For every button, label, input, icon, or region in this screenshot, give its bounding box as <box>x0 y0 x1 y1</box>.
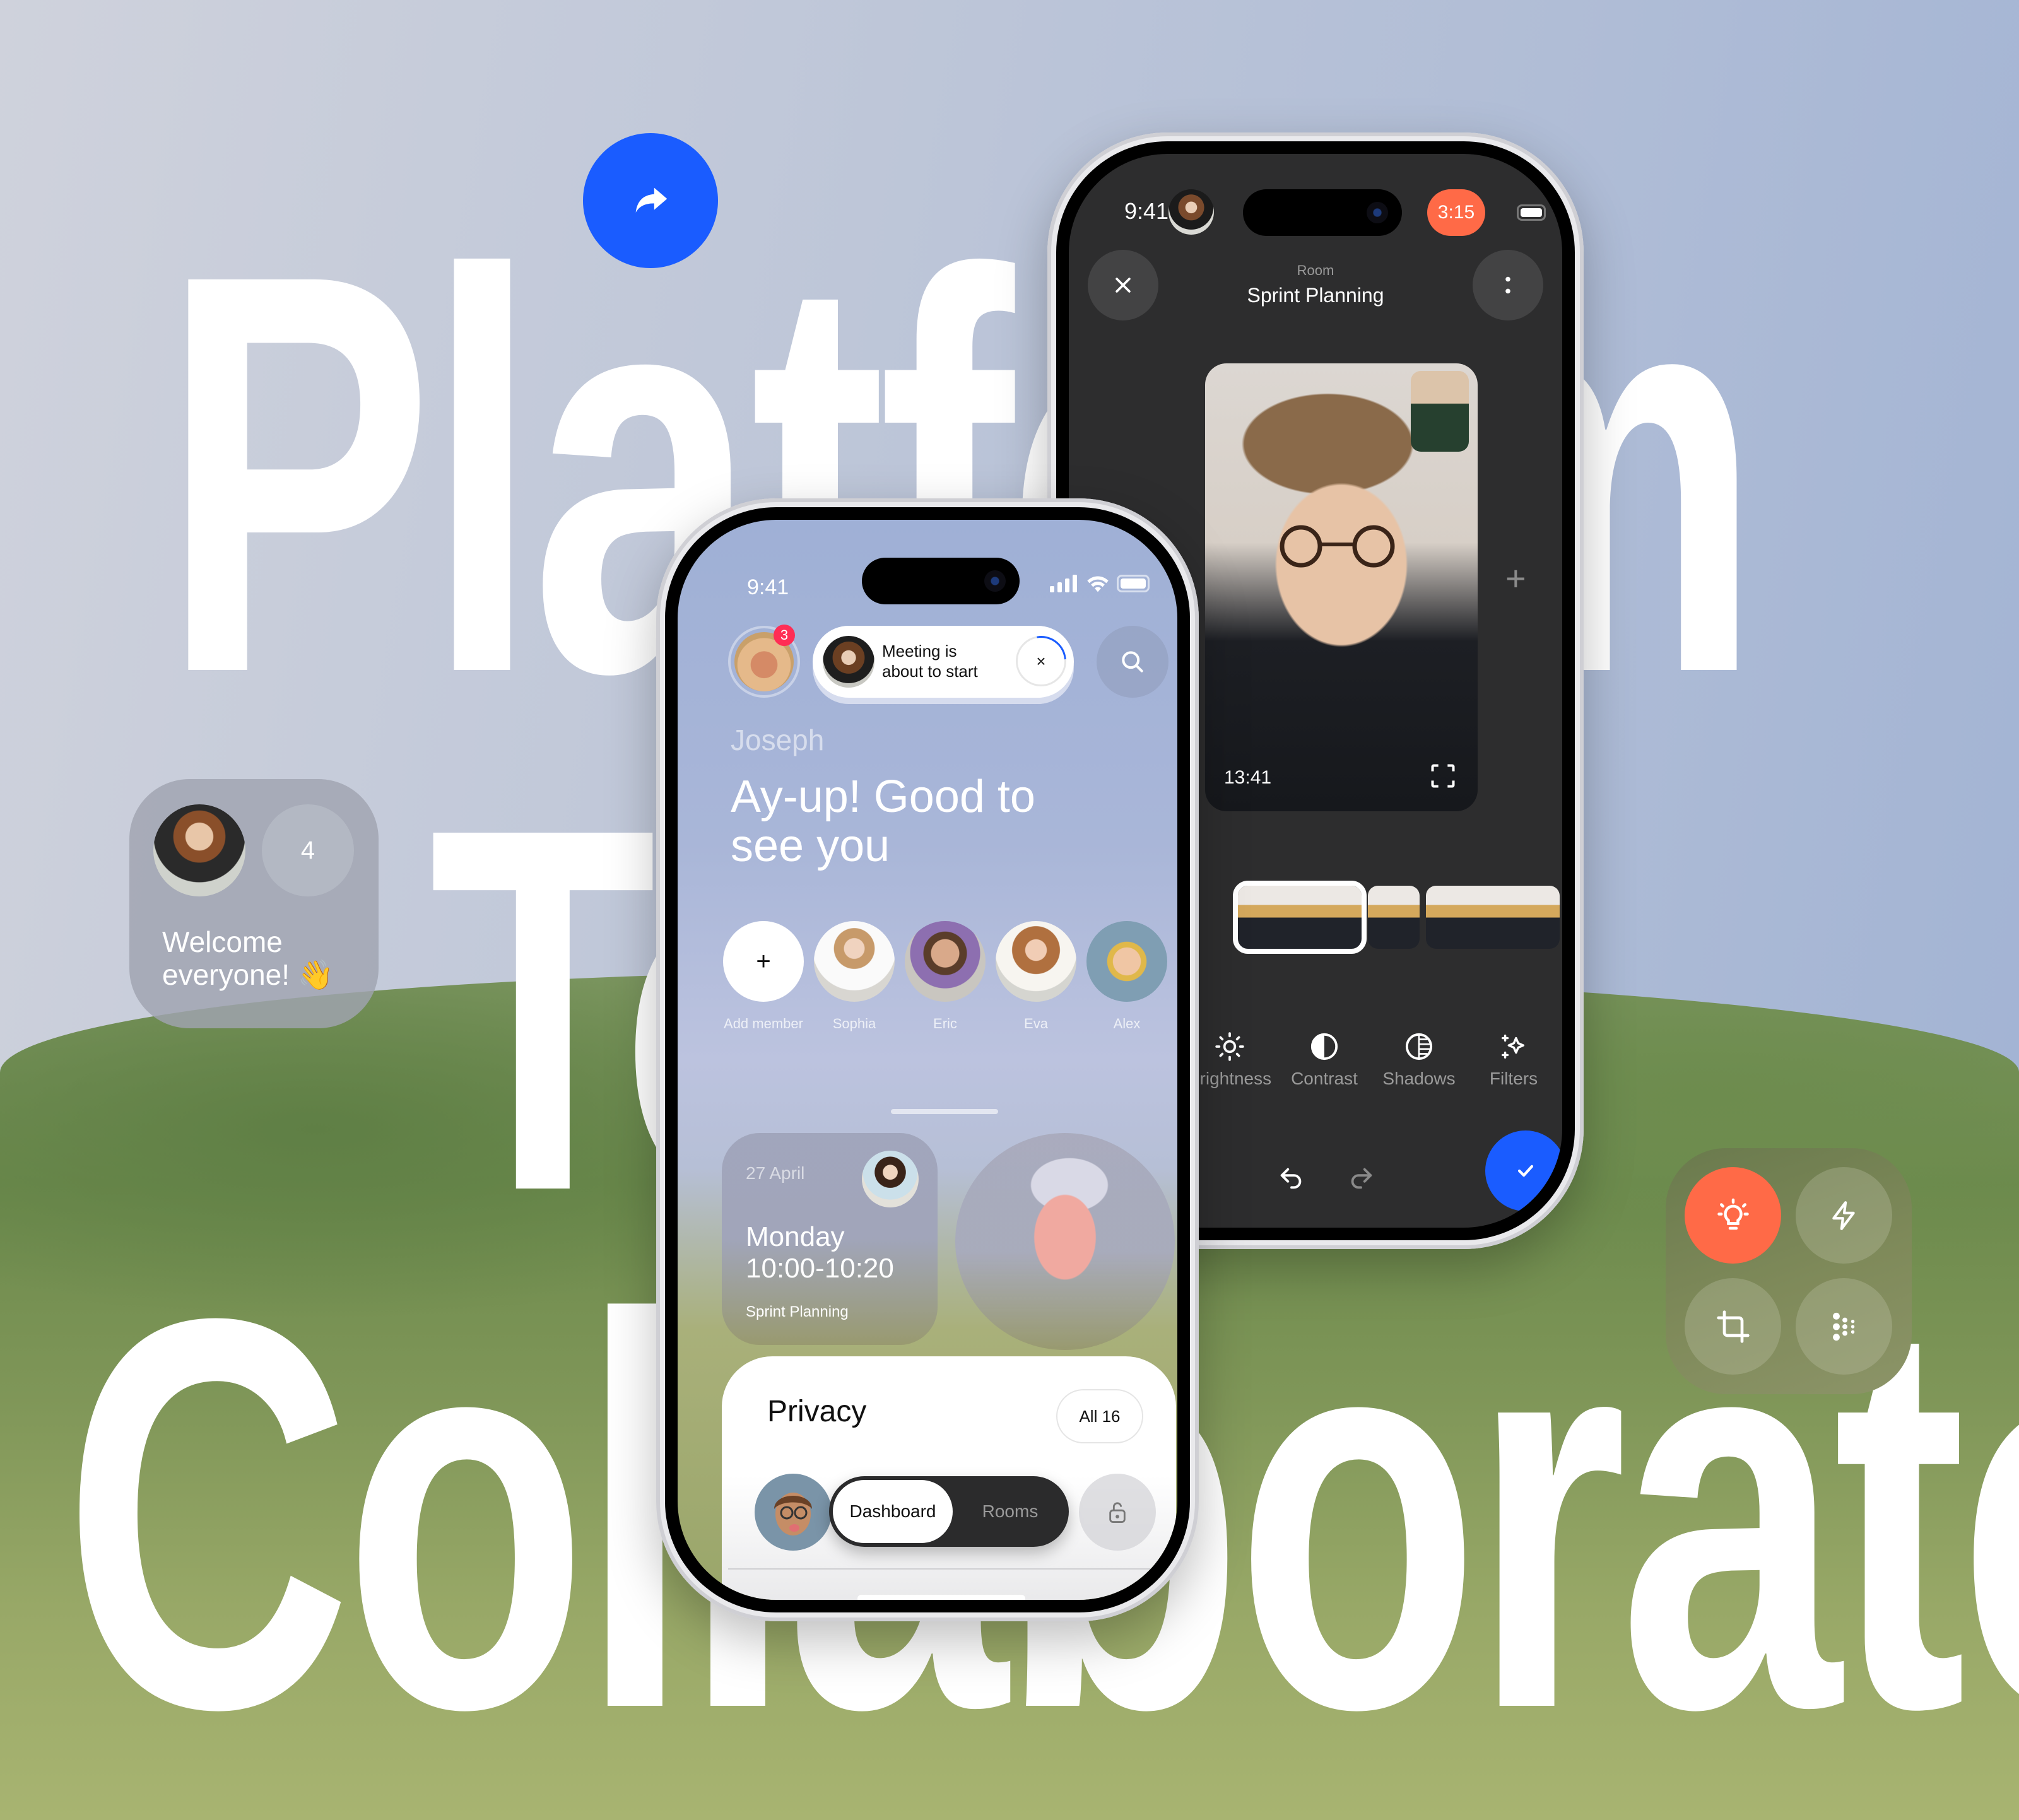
meeting-notification[interactable]: Meeting is about to start × <box>813 626 1074 698</box>
filmstrip-frame[interactable] <box>1368 886 1420 949</box>
battery-icon <box>1517 204 1546 221</box>
crop-icon <box>1716 1309 1751 1344</box>
notification-count-badge: 3 <box>774 625 795 646</box>
member-eva[interactable]: Eva <box>996 921 1076 1032</box>
event-time: 10:00-10:20 <box>746 1253 894 1284</box>
add-member-button[interactable]: + Add member <box>723 921 804 1032</box>
status-time: 9:41 <box>747 575 789 599</box>
view-toggle: Dashboard Rooms <box>829 1476 1069 1547</box>
add-participant-button[interactable]: + <box>1505 558 1526 599</box>
notification-avatar <box>823 636 874 688</box>
greeting-heading: Ay-up! Good to see you <box>731 772 1035 871</box>
light-toggle-button[interactable] <box>1685 1167 1781 1264</box>
privacy-sheet: Privacy All 16 Dashboard Rooms <box>722 1356 1176 1600</box>
user-name: Joseph <box>731 724 825 756</box>
members-row: + Add member Sophia Eric Eva Alex <box>723 921 1167 1032</box>
frame-filmstrip[interactable] <box>1233 881 1560 954</box>
member-eric[interactable]: Eric <box>905 921 986 1032</box>
fullscreen-icon[interactable] <box>1429 762 1457 790</box>
avatar <box>814 921 895 1002</box>
search-button[interactable] <box>1097 626 1168 698</box>
filmstrip-frame-selected[interactable] <box>1233 881 1367 954</box>
contrast-icon <box>1277 1024 1372 1069</box>
lightbulb-icon <box>1714 1197 1752 1235</box>
search-icon <box>1119 648 1146 676</box>
event-day: Monday <box>746 1221 845 1252</box>
tool-shadows[interactable]: Shadows <box>1372 1024 1466 1089</box>
signal-icon <box>1050 575 1077 592</box>
redo-button[interactable] <box>1346 1163 1375 1192</box>
sparkles-icon <box>1466 1024 1561 1069</box>
main-video-feed[interactable]: 13:41 <box>1205 363 1478 811</box>
flash-button[interactable] <box>1796 1167 1892 1264</box>
redo-icon <box>1351 1168 1372 1189</box>
status-time: 9:41 <box>1124 198 1169 224</box>
section-divider <box>891 1109 998 1114</box>
undo-icon <box>1280 1168 1302 1189</box>
event-date: 27 April <box>746 1163 805 1183</box>
dashboard-screen: 9:41 3 Meeting is about to start × Josep… <box>678 520 1177 1600</box>
shadows-icon <box>1372 1024 1466 1069</box>
caller-avatar[interactable] <box>1168 189 1214 235</box>
notification-line-1: Meeting is <box>882 642 957 660</box>
avatar <box>1086 921 1167 1002</box>
more-vertical-icon <box>1504 274 1512 296</box>
avatar <box>153 804 245 896</box>
sheet-title: Privacy <box>767 1395 867 1428</box>
glasses-shape <box>1280 525 1395 568</box>
lock-button[interactable] <box>1079 1474 1156 1551</box>
tab-dashboard[interactable]: Dashboard <box>833 1480 953 1543</box>
avatar <box>905 921 986 1002</box>
more-options-button[interactable] <box>1473 250 1543 320</box>
call-timer-badge[interactable]: 3:15 <box>1427 189 1485 236</box>
edit-tools-bar: Brightness Contrast Shadows Filters <box>1182 1024 1561 1089</box>
dynamic-island <box>862 558 1020 604</box>
undo-button[interactable] <box>1277 1163 1306 1192</box>
lightning-icon <box>1828 1200 1860 1231</box>
wifi-icon <box>1087 576 1109 592</box>
event-card[interactable]: 27 April Monday 10:00-10:20 Sprint Plann… <box>722 1133 938 1345</box>
member-sophia[interactable]: Sophia <box>814 921 895 1032</box>
member-alex[interactable]: Alex <box>1086 921 1167 1032</box>
all-button[interactable]: All 16 <box>1056 1389 1143 1443</box>
profile-avatar[interactable] <box>755 1474 832 1551</box>
notification-line-2: about to start <box>882 662 978 681</box>
share-arrow-icon <box>628 179 673 223</box>
event-host-avatar <box>862 1151 919 1207</box>
status-icons <box>1050 574 1150 593</box>
battery-icon <box>1117 575 1150 592</box>
sheet-divider <box>728 1568 1170 1570</box>
self-view-pip[interactable] <box>1411 371 1469 452</box>
blur-button[interactable] <box>1796 1278 1892 1375</box>
avatar <box>996 921 1076 1002</box>
member-count-badge: 4 <box>262 804 354 896</box>
tool-contrast[interactable]: Contrast <box>1277 1024 1372 1089</box>
memoji-avatar <box>774 1493 812 1535</box>
filmstrip-frame[interactable] <box>1426 886 1560 949</box>
tool-filters[interactable]: Filters <box>1466 1024 1561 1089</box>
share-button[interactable] <box>583 133 718 268</box>
quick-controls-widget <box>1666 1148 1912 1394</box>
lock-icon <box>1107 1500 1128 1524</box>
confirm-button[interactable] <box>1485 1130 1562 1211</box>
welcome-widget[interactable]: 4 Welcome everyone! 👋 <box>129 779 379 1028</box>
event-title: Sprint Planning <box>746 1303 849 1320</box>
dynamic-island <box>1243 189 1402 236</box>
phone-dashboard: 9:41 3 Meeting is about to start × Josep… <box>656 498 1199 1621</box>
video-elapsed-time: 13:41 <box>1224 767 1272 788</box>
crop-button[interactable] <box>1685 1278 1781 1375</box>
check-icon <box>1515 1160 1536 1182</box>
plus-icon: + <box>723 921 804 1002</box>
home-indicator <box>857 1595 1025 1600</box>
tab-rooms[interactable]: Rooms <box>955 1480 1065 1543</box>
dots-grid-icon <box>1828 1311 1860 1342</box>
welcome-message: Welcome everyone! 👋 <box>162 925 334 991</box>
3d-avatar-card[interactable] <box>955 1133 1175 1350</box>
